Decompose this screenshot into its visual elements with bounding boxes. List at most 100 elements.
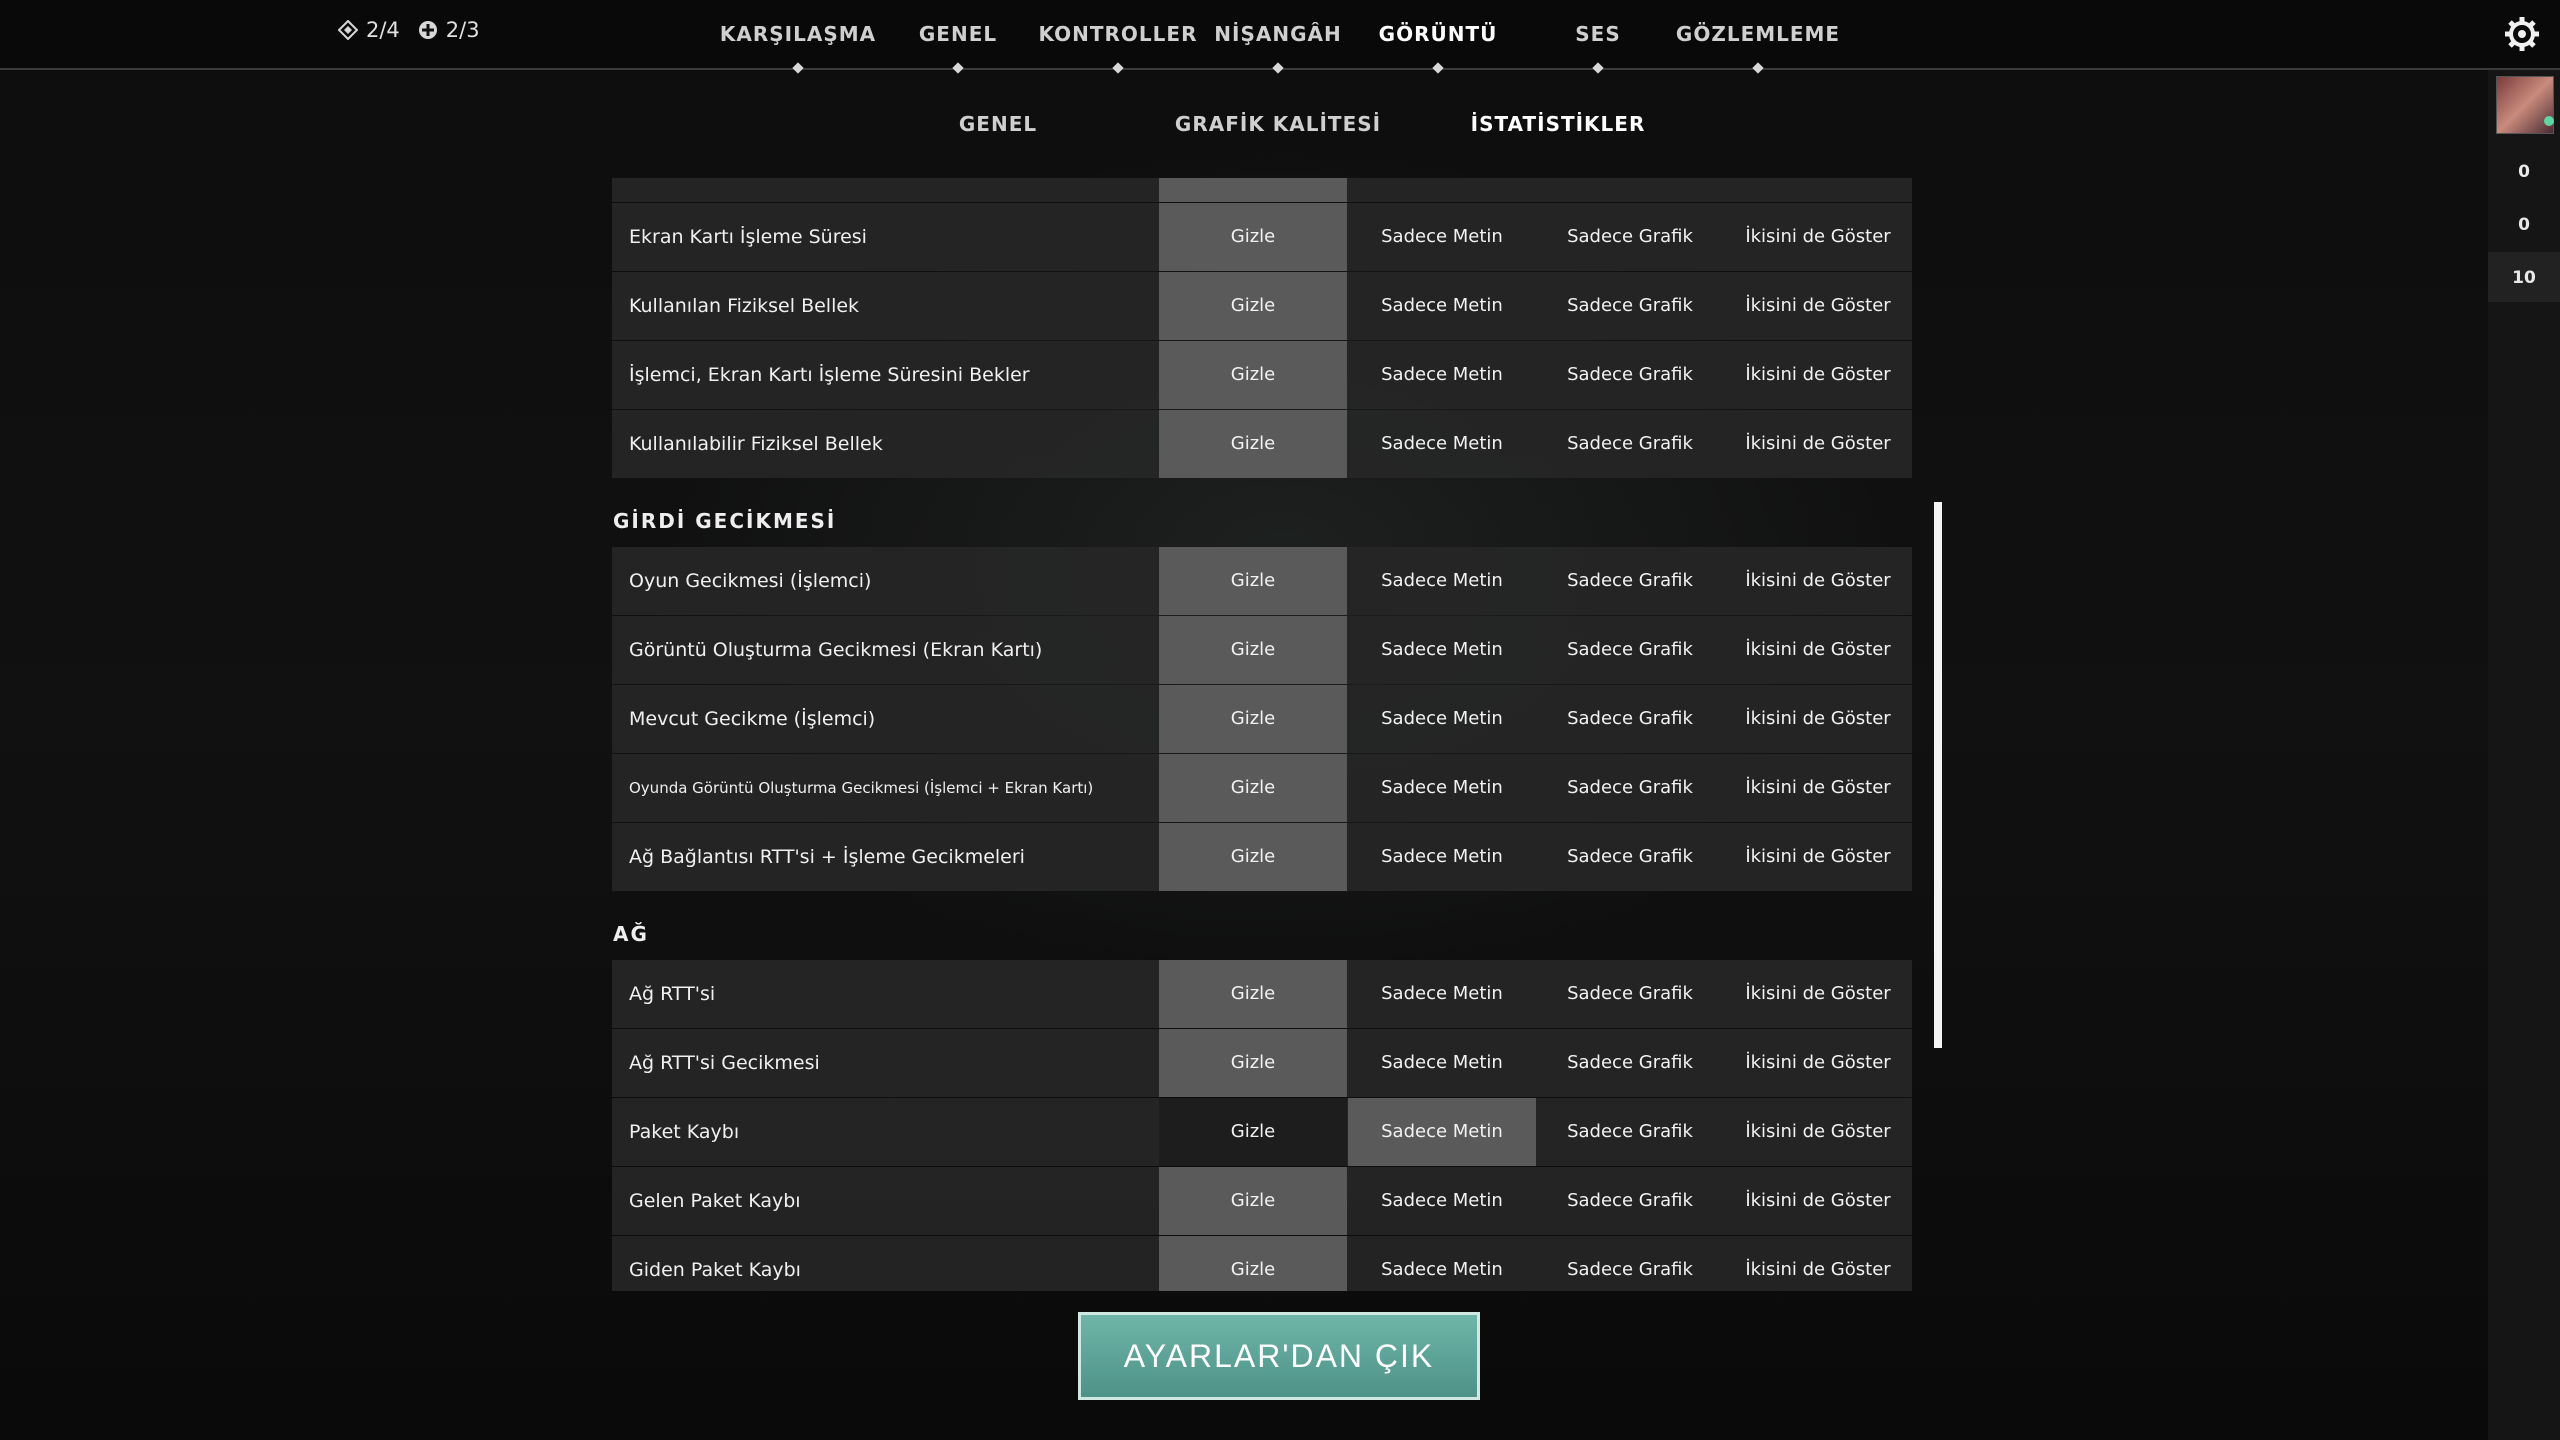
player-avatar[interactable] [2496,76,2554,134]
tab-2[interactable]: KONTROLLER [1039,22,1198,46]
option-graph-only[interactable]: Sadece Grafik [1536,823,1724,891]
setting-label: Ağ Bağlantısı RTT'si + İşleme Gecikmeler… [629,846,1025,868]
setting-label: Giden Paket Kaybı [629,1259,801,1281]
setting-label: Mevcut Gecikme (İşlemci) [629,708,876,730]
option-hide[interactable]: Gizle [1159,1098,1347,1166]
option-show-both[interactable]: İkisini de Göster [1724,823,1912,891]
option-graph-only[interactable]: Sadece Grafik [1536,960,1724,1028]
tab-6[interactable]: GÖZLEMLEME [1676,22,1840,46]
option-graph-only[interactable]: Sadece Grafik [1536,178,1724,202]
setting-row: Ağ Bağlantısı RTT'si + İşleme Gecikmeler… [612,823,1912,891]
option-show-both[interactable]: İkisini de Göster [1724,203,1912,271]
option-graph-only[interactable]: Sadece Grafik [1536,1167,1724,1235]
setting-label: Paket Kaybı [629,1121,740,1143]
option-hide[interactable]: Gizle [1159,1029,1347,1097]
option-text-only[interactable]: Sadece Metin [1348,178,1536,202]
setting-row: Mevcut Gecikme (İşlemci) Gizle Sadece Meti… [612,685,1912,753]
option-graph-only[interactable]: Sadece Grafik [1536,1029,1724,1097]
option-text-only[interactable]: Sadece Metin [1348,616,1536,684]
option-show-both[interactable]: İkisini de Göster [1724,1029,1912,1097]
option-hide[interactable]: Gizle [1159,547,1347,615]
option-hide[interactable]: Gizle [1159,823,1347,891]
counter-1: 2/4 [338,18,400,42]
option-text-only[interactable]: Sadece Metin [1348,754,1536,822]
option-text-only[interactable]: Sadece Metin [1348,341,1536,409]
option-graph-only[interactable]: Sadece Grafik [1536,1098,1724,1166]
option-text-only[interactable]: Sadece Metin [1348,685,1536,753]
option-graph-only[interactable]: Sadece Grafik [1536,272,1724,340]
setting-row: Kullanılabilir Fiziksel Bellek Gizle Sadec… [612,410,1912,478]
option-hide[interactable]: Gizle [1159,1167,1347,1235]
option-graph-only[interactable]: Sadece Grafik [1536,341,1724,409]
setting-row: Kullanılan Fiziksel Bellek Gizle Sadece Me… [612,272,1912,340]
option-text-only[interactable]: Sadece Metin [1348,410,1536,478]
option-show-both[interactable]: İkisini de Göster [1724,754,1912,822]
setting-row: Paket Kaybı Gizle Sadece Metin Sadece Grafi… [612,1098,1912,1166]
setting-label: Kullanılan Fiziksel Bellek [629,295,860,317]
setting-row: İşlemci, Ekran Kartı İşleme Süresini Bek… [612,341,1912,409]
option-show-both[interactable]: İkisini de Göster [1724,410,1912,478]
option-show-both[interactable]: İkisini de Göster [1724,616,1912,684]
section-title: AĞ [613,922,649,946]
option-graph-only[interactable]: Sadece Grafik [1536,203,1724,271]
option-show-both[interactable]: İkisini de Göster [1724,1167,1912,1235]
option-text-only[interactable]: Sadece Metin [1348,1236,1536,1291]
exit-settings-button[interactable]: AYARLAR'DAN ÇIK [1078,1312,1480,1400]
option-hide[interactable]: Gizle [1159,616,1347,684]
tab-1[interactable]: GENEL [919,22,997,46]
option-show-both[interactable]: İkisini de Göster [1724,272,1912,340]
setting-label: Görüntü Oluşturma Gecikmesi (Ekran Kartı… [629,639,1043,661]
option-hide[interactable]: Gizle [1159,341,1347,409]
option-graph-only[interactable]: Sadece Grafik [1536,410,1724,478]
setting-label: Ağ RTT'si [629,983,716,1005]
option-show-both[interactable]: İkisini de Göster [1724,960,1912,1028]
option-graph-only[interactable]: Sadece Grafik [1536,1236,1724,1291]
option-show-both[interactable]: İkisini de Göster [1724,685,1912,753]
option-hide[interactable]: Gizle [1159,272,1347,340]
option-hide[interactable]: Gizle [1159,410,1347,478]
option-hide[interactable]: Gizle [1159,960,1347,1028]
option-show-both[interactable]: İkisini de Göster [1724,1098,1912,1166]
option-show-both[interactable]: İkisini de Göster [1724,1236,1912,1291]
side-value-2: 0 [2518,215,2530,235]
option-show-both[interactable]: İkisini de Göster [1724,547,1912,615]
scrollbar[interactable] [1934,502,1942,1048]
option-show-both[interactable]: İkisini de Göster [1724,341,1912,409]
option-hide[interactable]: Gizle [1159,203,1347,271]
section-title: GİRDİ GECİKMESİ [613,509,837,533]
option-graph-only[interactable]: Sadece Grafik [1536,754,1724,822]
option-show-both[interactable]: İkisini de Göster [1724,178,1912,202]
setting-label: İşlemci, Ekran Kartı İşleme Süresini Bek… [629,364,1030,386]
top-nav-bar: 2/4 2/3 KARŞILAŞMA GENEL KONTROLLER NİŞANGÂ… [0,0,2560,74]
option-text-only[interactable]: Sadece Metin [1348,823,1536,891]
option-text-only[interactable]: Sadece Metin [1348,1098,1536,1166]
option-text-only[interactable]: Sadece Metin [1348,547,1536,615]
option-text-only[interactable]: Sadece Metin [1348,203,1536,271]
option-hide[interactable]: Gizle [1159,1236,1347,1291]
option-text-only[interactable]: Sadece Metin [1348,272,1536,340]
setting-label: Oyunda Görüntü Oluşturma Gecikmesi (İşle… [629,779,1094,797]
diamond-icon [338,20,358,40]
subtab-2[interactable]: İSTATİSTİKLER [1471,112,1646,136]
option-text-only[interactable]: Sadece Metin [1348,1167,1536,1235]
option-text-only[interactable]: Sadece Metin [1348,960,1536,1028]
option-graph-only[interactable]: Sadece Grafik [1536,547,1724,615]
side-value-3: 10 [2512,268,2536,288]
tab-5[interactable]: SES [1575,22,1620,46]
option-graph-only[interactable]: Sadece Grafik [1536,616,1724,684]
option-hide[interactable]: Gizle [1159,754,1347,822]
tab-3[interactable]: NİŞANGÂH [1214,22,1341,46]
tab-4[interactable]: GÖRÜNTÜ [1379,22,1498,46]
option-text-only[interactable]: Sadece Metin [1348,1029,1536,1097]
option-graph-only[interactable]: Sadece Grafik [1536,685,1724,753]
tab-0[interactable]: KARŞILAŞMA [720,22,876,46]
setting-label: Ekran Kartı İşleme Süresi [629,226,867,248]
option-hide[interactable]: Gizle [1159,685,1347,753]
gear-icon[interactable] [2504,16,2540,52]
subtab-0[interactable]: GENEL [959,112,1037,136]
option-hide[interactable]: Gizle [1159,178,1347,202]
counter-2: 2/3 [418,18,480,42]
setting-row: İşlemci (RHI) Süresi GizleSadece MetinSad… [612,178,1912,202]
subtab-1[interactable]: GRAFİK KALİTESİ [1175,112,1381,136]
plus-circle-icon [418,21,437,39]
